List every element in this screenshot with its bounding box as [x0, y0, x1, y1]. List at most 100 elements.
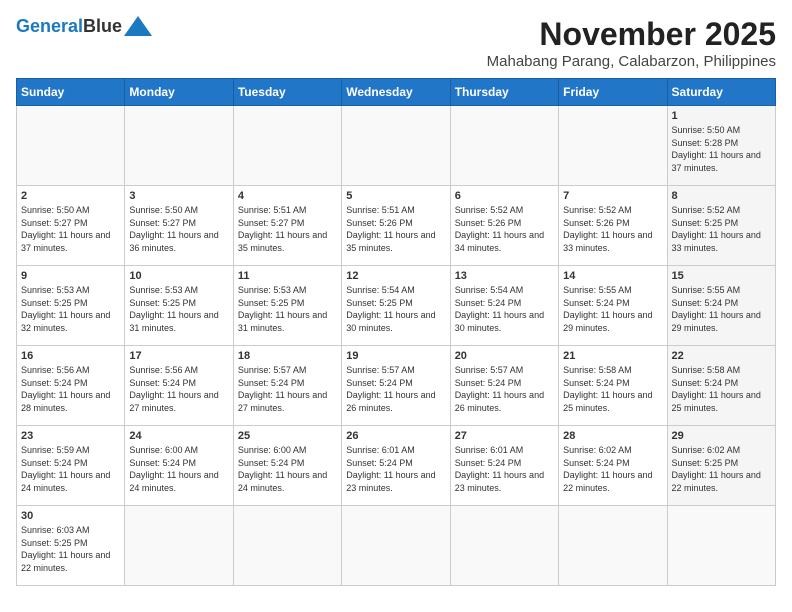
day-info-line: Sunset: 5:24 PM [346, 457, 445, 470]
day-number-25: 25 [238, 430, 337, 442]
calendar-day-3 [342, 106, 450, 186]
day-info-line: Daylight: 11 hours and 29 minutes. [563, 309, 662, 334]
day-number-5: 5 [346, 190, 445, 202]
day-info-line: Daylight: 11 hours and 25 minutes. [563, 389, 662, 414]
day-info-line: Sunrise: 5:51 AM [346, 204, 445, 217]
day-info-line: Sunset: 5:24 PM [129, 377, 228, 390]
day-info-6: Sunrise: 5:52 AMSunset: 5:26 PMDaylight:… [455, 204, 554, 254]
day-info-line: Sunset: 5:24 PM [672, 377, 771, 390]
day-info-line: Sunrise: 5:53 AM [238, 284, 337, 297]
calendar-day-21: 16Sunrise: 5:56 AMSunset: 5:24 PMDayligh… [17, 346, 125, 426]
calendar-day-39 [450, 506, 558, 586]
day-info-4: Sunrise: 5:51 AMSunset: 5:27 PMDaylight:… [238, 204, 337, 254]
calendar-day-31: 26Sunrise: 6:01 AMSunset: 5:24 PMDayligh… [342, 426, 450, 506]
day-info-line: Sunset: 5:24 PM [455, 377, 554, 390]
day-info-line: Sunrise: 5:55 AM [563, 284, 662, 297]
day-info-19: Sunrise: 5:57 AMSunset: 5:24 PMDaylight:… [346, 364, 445, 414]
day-info-30: Sunrise: 6:03 AMSunset: 5:25 PMDaylight:… [21, 524, 120, 574]
calendar-day-36 [125, 506, 233, 586]
day-info-line: Sunrise: 5:53 AM [129, 284, 228, 297]
day-info-line: Sunset: 5:24 PM [346, 377, 445, 390]
day-info-line: Sunrise: 5:50 AM [21, 204, 120, 217]
day-info-line: Daylight: 11 hours and 24 minutes. [129, 469, 228, 494]
day-info-line: Sunset: 5:25 PM [129, 297, 228, 310]
day-info-line: Sunrise: 6:02 AM [672, 444, 771, 457]
day-info-line: Sunrise: 6:03 AM [21, 524, 120, 537]
day-number-18: 18 [238, 350, 337, 362]
day-info-line: Daylight: 11 hours and 35 minutes. [238, 229, 337, 254]
day-info-22: Sunrise: 5:58 AMSunset: 5:24 PMDaylight:… [672, 364, 771, 414]
day-info-11: Sunrise: 5:53 AMSunset: 5:25 PMDaylight:… [238, 284, 337, 334]
calendar-day-9: 4Sunrise: 5:51 AMSunset: 5:27 PMDaylight… [233, 186, 341, 266]
day-info-line: Sunset: 5:25 PM [21, 537, 120, 550]
header-monday: Monday [125, 79, 233, 106]
day-info-27: Sunrise: 6:01 AMSunset: 5:24 PMDaylight:… [455, 444, 554, 494]
day-info-line: Daylight: 11 hours and 33 minutes. [672, 229, 771, 254]
day-info-20: Sunrise: 5:57 AMSunset: 5:24 PMDaylight:… [455, 364, 554, 414]
day-info-line: Sunset: 5:24 PM [238, 377, 337, 390]
calendar-day-4 [450, 106, 558, 186]
calendar-day-14: 9Sunrise: 5:53 AMSunset: 5:25 PMDaylight… [17, 266, 125, 346]
day-info-line: Sunset: 5:24 PM [455, 297, 554, 310]
day-info-line: Sunset: 5:24 PM [563, 297, 662, 310]
day-info-24: Sunrise: 6:00 AMSunset: 5:24 PMDaylight:… [129, 444, 228, 494]
day-info-line: Sunrise: 5:58 AM [563, 364, 662, 377]
day-info-15: Sunrise: 5:55 AMSunset: 5:24 PMDaylight:… [672, 284, 771, 334]
day-info-line: Daylight: 11 hours and 29 minutes. [672, 309, 771, 334]
day-info-29: Sunrise: 6:02 AMSunset: 5:25 PMDaylight:… [672, 444, 771, 494]
day-info-line: Sunrise: 5:54 AM [346, 284, 445, 297]
day-info-28: Sunrise: 6:02 AMSunset: 5:24 PMDaylight:… [563, 444, 662, 494]
calendar-day-0 [17, 106, 125, 186]
calendar-day-35: 30 Sunrise: 6:03 AMSunset: 5:25 PMDayligh… [17, 506, 125, 586]
calendar-day-10: 5 Sunrise: 5:51 AMSunset: 5:26 PMDaylight… [342, 186, 450, 266]
day-info-line: Sunrise: 6:01 AM [346, 444, 445, 457]
calendar-day-29: 24Sunrise: 6:00 AMSunset: 5:24 PMDayligh… [125, 426, 233, 506]
day-info-18: Sunrise: 5:57 AMSunset: 5:24 PMDaylight:… [238, 364, 337, 414]
day-info-line: Sunset: 5:24 PM [672, 297, 771, 310]
header-saturday: Saturday [667, 79, 775, 106]
day-info-line: Daylight: 11 hours and 23 minutes. [346, 469, 445, 494]
day-number-10: 10 [129, 270, 228, 282]
calendar-day-38 [342, 506, 450, 586]
day-info-line: Sunrise: 5:58 AM [672, 364, 771, 377]
title-area: November 2025 Mahabang Parang, Calabarzo… [487, 16, 776, 70]
day-info-line: Daylight: 11 hours and 22 minutes. [21, 549, 120, 574]
calendar-day-33: 28Sunrise: 6:02 AMSunset: 5:24 PMDayligh… [559, 426, 667, 506]
day-info-line: Daylight: 11 hours and 27 minutes. [129, 389, 228, 414]
day-info-12: Sunrise: 5:54 AMSunset: 5:25 PMDaylight:… [346, 284, 445, 334]
header-sunday: Sunday [17, 79, 125, 106]
header-tuesday: Tuesday [233, 79, 341, 106]
day-info-line: Sunrise: 6:00 AM [238, 444, 337, 457]
day-info-2: Sunrise: 5:50 AMSunset: 5:27 PMDaylight:… [21, 204, 120, 254]
calendar-day-12: 7Sunrise: 5:52 AMSunset: 5:26 PMDaylight… [559, 186, 667, 266]
logo-text: GeneralBlue [16, 16, 122, 37]
calendar-day-27: 22Sunrise: 5:58 AMSunset: 5:24 PMDayligh… [667, 346, 775, 426]
day-info-line: Sunset: 5:26 PM [346, 217, 445, 230]
day-info-line: Sunrise: 6:00 AM [129, 444, 228, 457]
day-info-line: Sunrise: 5:52 AM [672, 204, 771, 217]
day-number-12: 12 [346, 270, 445, 282]
day-info-line: Sunrise: 5:57 AM [455, 364, 554, 377]
day-number-21: 21 [563, 350, 662, 362]
day-info-line: Sunrise: 5:54 AM [455, 284, 554, 297]
day-info-line: Sunset: 5:24 PM [455, 457, 554, 470]
calendar-day-20: 15Sunrise: 5:55 AMSunset: 5:24 PMDayligh… [667, 266, 775, 346]
day-info-line: Daylight: 11 hours and 27 minutes. [238, 389, 337, 414]
day-info-line: Sunset: 5:25 PM [21, 297, 120, 310]
location-title: Mahabang Parang, Calabarzon, Philippines [487, 53, 776, 70]
calendar-day-13: 8Sunrise: 5:52 AMSunset: 5:25 PMDaylight… [667, 186, 775, 266]
day-info-5: Sunrise: 5:51 AMSunset: 5:26 PMDaylight:… [346, 204, 445, 254]
day-info-3: Sunrise: 5:50 AMSunset: 5:27 PMDaylight:… [129, 204, 228, 254]
day-info-line: Sunset: 5:25 PM [238, 297, 337, 310]
day-info-line: Sunrise: 5:50 AM [129, 204, 228, 217]
day-number-3: 3 [129, 190, 228, 202]
day-info-line: Daylight: 11 hours and 25 minutes. [672, 389, 771, 414]
day-number-1: 1 [672, 110, 771, 122]
day-info-line: Sunset: 5:27 PM [21, 217, 120, 230]
calendar-day-41 [667, 506, 775, 586]
day-info-line: Sunset: 5:26 PM [563, 217, 662, 230]
day-number-30: 30 [21, 510, 120, 522]
logo: GeneralBlue [16, 16, 152, 37]
calendar-day-15: 10Sunrise: 5:53 AMSunset: 5:25 PMDayligh… [125, 266, 233, 346]
day-info-line: Sunset: 5:26 PM [455, 217, 554, 230]
